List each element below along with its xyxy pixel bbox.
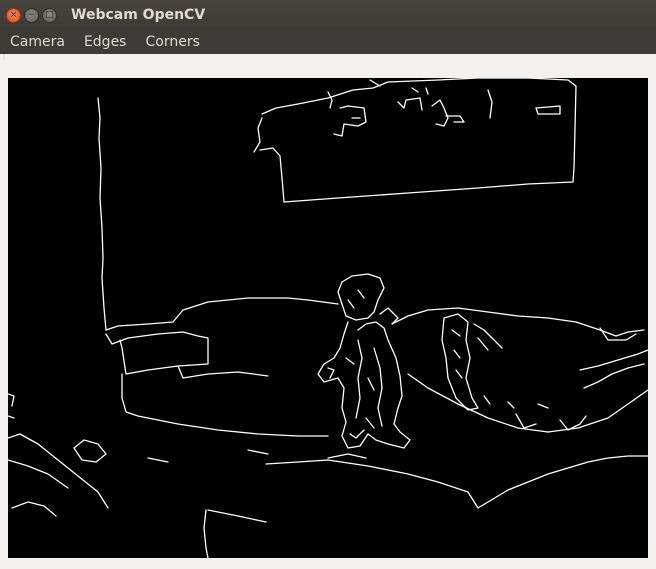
edge-desk-base [121,373,329,437]
edge-left-wall [8,393,15,419]
edge-couch-top [391,307,645,337]
edge-floor [8,433,109,517]
edge-person-body [317,321,411,449]
edge-board-outline [259,78,577,203]
minimize-icon: − [27,9,36,20]
maximize-icon: □ [45,9,54,20]
edge-person-head [337,273,385,321]
video-frame [8,78,648,558]
edge-image [8,78,648,558]
edge-doorframe [97,97,107,331]
menu-corners[interactable]: Corners [135,34,208,50]
edge-desk-front [105,331,209,375]
edge-couch-right [579,327,648,389]
minimize-window-button[interactable]: − [24,7,39,23]
menu-bar: Camera Edges Corners [0,30,656,54]
close-window-button[interactable]: × [6,7,21,23]
edge-floor-center [265,455,648,509]
edge-floor-object [203,509,267,558]
window-title: Webcam OpenCV [71,7,206,23]
toolbar-grip-icon[interactable]: ⋮ [1,55,7,64]
title-bar[interactable]: × − □ Webcam OpenCV [0,0,656,30]
edge-person-detail [327,307,399,439]
edge-desk-top [105,297,339,331]
edge-desk-lower [177,365,269,379]
maximize-window-button[interactable]: □ [42,7,57,23]
edge-board-left [253,117,263,153]
close-icon: × [9,9,18,20]
menu-camera[interactable]: Camera [0,34,74,50]
app-window: × − □ Webcam OpenCV Camera Edges Corners… [0,0,656,569]
edge-pillow [441,313,503,411]
edge-couch-front [407,373,648,433]
window-controls: × − □ [6,7,57,23]
edge-couch-detail [483,395,587,431]
menu-edges[interactable]: Edges [74,34,136,50]
